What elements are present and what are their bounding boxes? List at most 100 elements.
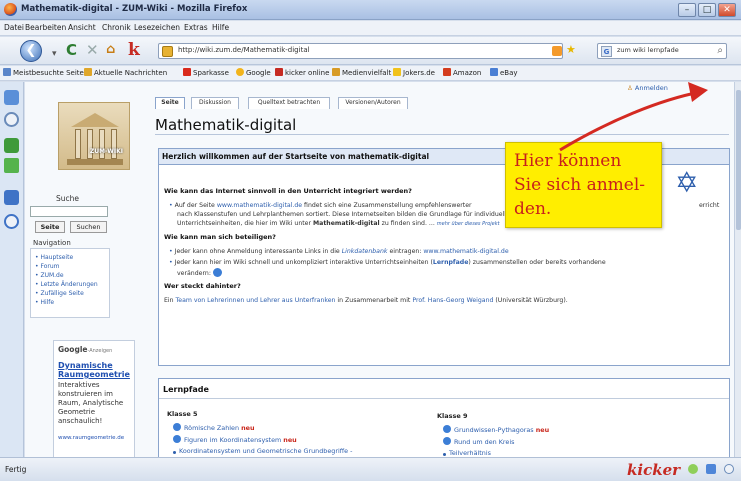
ad-url[interactable]: www.raumgeometrie.de [58, 435, 124, 441]
page-content: ZUM-WIKI Suche Seite Suchen Navigation H… [25, 82, 734, 457]
sidebar-puzzle-icon[interactable] [4, 158, 19, 173]
ad-title[interactable]: Dynamische Raumgeometrie [58, 361, 134, 379]
nav-forum[interactable]: Forum [35, 262, 98, 271]
sidebar-addon-icon[interactable] [4, 138, 19, 153]
status-icon[interactable] [706, 464, 716, 474]
close-button[interactable]: ✕ [718, 3, 736, 17]
addon-status-icon[interactable] [688, 464, 698, 474]
search-query[interactable]: zum wiki lernpfade [617, 46, 679, 54]
bookmarks-toolbar: Meistbesuchte Seiten Aktuelle Nachrichte… [0, 66, 741, 81]
lernpfad-item[interactable]: Figuren im Koordinatensystem neu [173, 435, 297, 444]
login-link[interactable]: ♙ Anmelden [627, 84, 668, 92]
back-button[interactable]: ❮ [20, 40, 42, 62]
home-icon[interactable]: ⌂ [106, 42, 115, 58]
window-title: Mathematik-digital - ZUM-Wiki - Mozilla … [21, 4, 248, 14]
bookmark-icon [3, 68, 11, 76]
globe-status-icon[interactable] [724, 464, 734, 474]
site-favicon [162, 46, 173, 57]
search-icon[interactable]: ⌕ [717, 45, 723, 56]
bookmark-sparkasse[interactable]: Sparkasse [183, 68, 229, 77]
nav-hauptseite[interactable]: Hauptseite [35, 253, 98, 262]
vertical-scrollbar[interactable] [734, 82, 741, 457]
login-callout: Hier können Sie sich anmel-den. [505, 142, 662, 228]
bullet-lernpfade-line-2: verändern: [177, 268, 222, 278]
stop-icon[interactable]: ✕ [86, 42, 99, 58]
sidebar-puzzle2-icon[interactable] [4, 190, 19, 205]
more-about-project-link[interactable]: mehr über dieses Projekt [437, 221, 500, 227]
menu-extras[interactable]: Extras [184, 23, 208, 32]
search-go-button[interactable]: Seite [35, 221, 65, 233]
minimize-button[interactable]: – [678, 3, 696, 17]
bookmark-google[interactable]: Google [236, 68, 271, 77]
bullet-linkdatenbank: Jeder kann ohne Anmeldung interessante L… [169, 247, 509, 256]
paragraph-1-overflow: erricht [699, 202, 720, 209]
linkdatenbank-link[interactable]: Linkdatenbank [342, 248, 388, 255]
bookmark-meistbesuchte[interactable]: Meistbesuchte Seiten [3, 68, 88, 77]
nav-zum[interactable]: ZUM.de [35, 271, 98, 280]
paragraph-3: Ein Team von Lehrerinnen und Lehrer aus … [164, 297, 568, 304]
menu-datei[interactable]: Datei [4, 23, 24, 32]
sidebar-history-icon[interactable] [4, 112, 19, 127]
bookmark-amazon[interactable]: Amazon [443, 68, 481, 77]
google-bookmark-icon [236, 68, 244, 76]
callout-text: Hier können Sie sich anmel-den. [514, 151, 646, 219]
rss-icon[interactable] [552, 46, 562, 56]
tab-seite[interactable]: Seite [155, 97, 185, 109]
browser-window: Mathematik-digital - ZUM-Wiki - Mozilla … [0, 0, 741, 481]
lernpfad-item[interactable]: Grundwissen-Pythagoras neu [443, 425, 549, 434]
search-input[interactable]: G zum wiki lernpfade ⌕ [597, 43, 727, 59]
mathematik-digital-link[interactable]: www.mathematik-digital.de [217, 202, 302, 209]
scrollbar-thumb[interactable] [736, 90, 741, 230]
bookmark-aktuelle-nachrichten[interactable]: Aktuelle Nachrichten [84, 68, 167, 77]
search-button[interactable]: Suchen [70, 221, 107, 233]
maximize-button[interactable]: □ [698, 3, 716, 17]
bookmark-medienvielfalt[interactable]: Medienvielfalt [332, 68, 391, 77]
bookmark-star-icon[interactable]: ★ [566, 43, 576, 56]
menu-hilfe[interactable]: Hilfe [212, 23, 229, 32]
status-bar: Fertig kicker [0, 457, 741, 481]
zum-wiki-logo[interactable]: ZUM-WIKI [58, 102, 130, 170]
reload-icon[interactable]: C [66, 42, 77, 58]
bullet-lernpfade: Jeder kann hier im Wiki schnell und unko… [169, 258, 606, 267]
menu-lesezeichen[interactable]: Lesezeichen [134, 23, 180, 32]
bookmark-kicker[interactable]: kicker online [275, 68, 329, 77]
lernpfad-item[interactable]: Koordinatensystem und Geometrische Grund… [173, 447, 352, 455]
sidebar-bookmarks-icon[interactable] [4, 90, 19, 105]
lernpfad-item[interactable]: Rund um den Kreis [443, 437, 514, 446]
question-3: Wer steckt dahinter? [164, 282, 241, 290]
tab-versionen[interactable]: Versionen/Autoren [338, 97, 408, 109]
lernpfad-item[interactable]: Römische Zahlen neu [173, 423, 255, 432]
menu-bar: Datei Bearbeiten Ansicht Chronik Lesezei… [0, 21, 741, 36]
jokers-icon [393, 68, 401, 76]
bookmark-jokers[interactable]: Jokers.de [393, 68, 435, 77]
linkdatenbank-url-link[interactable]: www.mathematik-digital.de [423, 248, 508, 255]
nav-letzte-aenderungen[interactable]: Letzte Änderungen [35, 280, 97, 289]
team-link[interactable]: Team von Lehrerinnen und Lehrer aus Unte… [176, 297, 336, 304]
kicker-icon[interactable]: k [128, 42, 140, 59]
wiki-search-input[interactable] [30, 206, 108, 217]
lernpfad-item[interactable]: Teilverhältnis [443, 449, 491, 457]
nav-zufaellige-seite[interactable]: Zufällige Seite [35, 289, 98, 298]
url-bar[interactable]: http://wiki.zum.de/Mathematik-digital [158, 43, 563, 59]
rss-bookmark-icon [84, 68, 92, 76]
weigand-link[interactable]: Prof. Hans-Georg Weigand [412, 297, 493, 304]
google-icon[interactable]: G [601, 46, 612, 57]
klasse-5-heading: Klasse 5 [167, 410, 198, 418]
url-text[interactable]: http://wiki.zum.de/Mathematik-digital [178, 46, 310, 54]
history-dropdown-icon[interactable]: ▾ [52, 46, 57, 62]
menu-chronik[interactable]: Chronik [102, 23, 131, 32]
arrow-circle-icon [173, 423, 181, 431]
lernpfade-link[interactable]: Lernpfade [433, 259, 469, 266]
nav-hilfe[interactable]: Hilfe [35, 298, 98, 307]
kicker-bookmark-icon [275, 68, 283, 76]
sidebar-info-icon[interactable] [4, 214, 19, 229]
menu-ansicht[interactable]: Ansicht [68, 23, 96, 32]
bookmark-ebay[interactable]: eBay [490, 68, 518, 77]
ebay-icon [490, 68, 498, 76]
kicker-brand[interactable]: kicker [627, 461, 680, 479]
tab-diskussion[interactable]: Diskussion [191, 97, 239, 109]
navigation-heading: Navigation [33, 239, 71, 247]
menu-bearbeiten[interactable]: Bearbeiten [25, 23, 66, 32]
arrow-circle-icon[interactable] [212, 268, 222, 277]
tab-quelltext[interactable]: Quelltext betrachten [248, 97, 330, 109]
